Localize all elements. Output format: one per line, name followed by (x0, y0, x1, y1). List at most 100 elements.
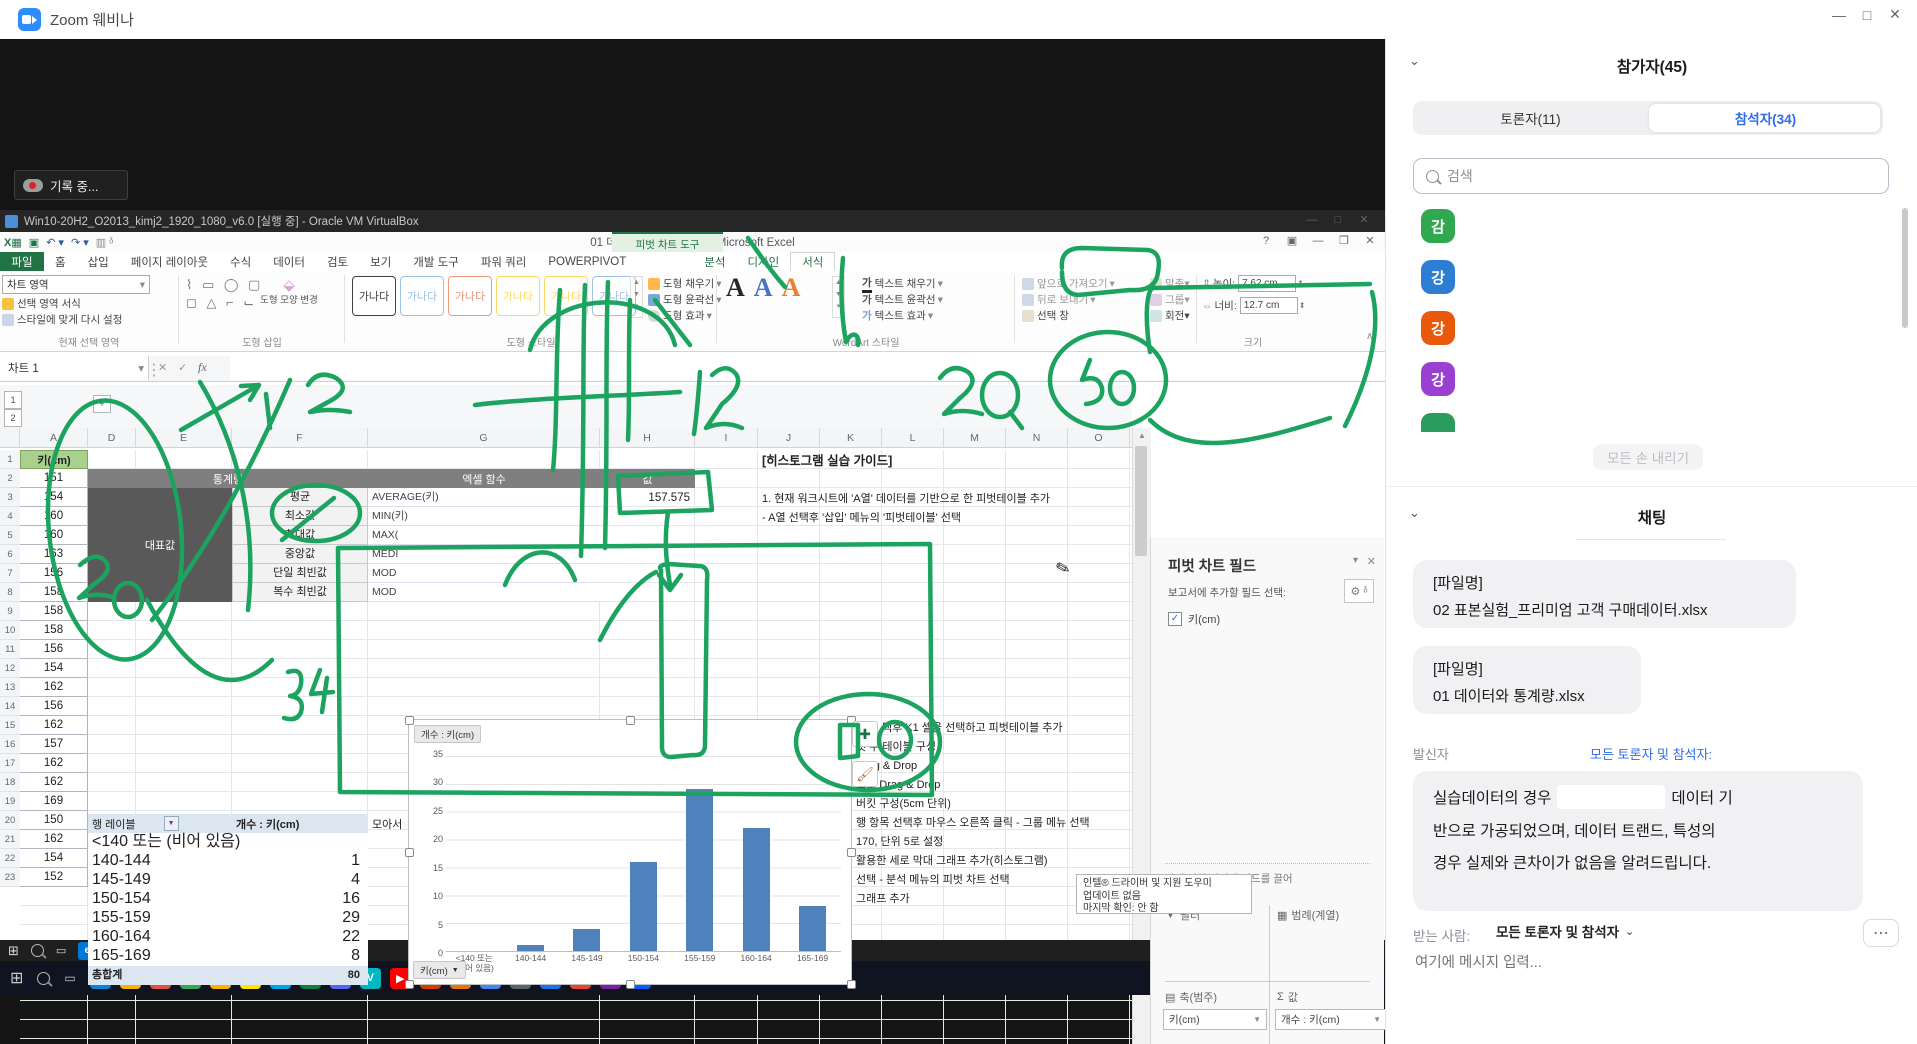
row-header[interactable]: 11 (0, 640, 20, 659)
pivot-filter-dropdown-icon[interactable]: ▼ (164, 816, 179, 831)
data-cell[interactable]: 152 (20, 868, 88, 887)
vm-taskview-icon[interactable]: ▭ (56, 944, 66, 957)
ribbon-tab[interactable]: 개발 도구 (402, 252, 470, 271)
change-shape-button[interactable]: ⬙ 도형 모양 변경 (258, 276, 320, 307)
stat-label-cell[interactable]: 평균 (232, 488, 368, 507)
participant-avatar[interactable]: 강 (1421, 362, 1455, 396)
histogram-bar[interactable] (799, 906, 826, 951)
column-header[interactable]: I (695, 428, 758, 447)
pivot-count-cell[interactable]: 29 (232, 909, 368, 928)
tab-format-active[interactable]: 서식 (790, 252, 835, 272)
data-cell[interactable]: 156 (20, 640, 88, 659)
stat-formula-cell[interactable]: MOD (368, 564, 600, 583)
excel-window-control[interactable]: ? (1253, 235, 1279, 247)
ribbon-tab[interactable]: 삽입 (77, 252, 120, 271)
histogram-bar[interactable] (573, 929, 600, 951)
group-button[interactable]: 그룹▾ (1150, 292, 1190, 307)
stat-label-cell[interactable]: 단일 최빈값 (232, 564, 368, 583)
data-cell[interactable]: 162 (20, 773, 88, 792)
row-header[interactable]: 22 (0, 849, 20, 868)
row-header[interactable]: 5 (0, 526, 20, 545)
pivot-bucket-cell[interactable]: 165-169 (88, 947, 232, 966)
excel-window-control[interactable]: ▣ (1279, 234, 1305, 247)
text-outline-button[interactable]: 가텍스트 윤곽선▾ (862, 292, 943, 307)
stat-label-cell[interactable]: 중앙값 (232, 545, 368, 564)
stat-label-cell[interactable]: 최소값 (232, 507, 368, 526)
pivot-value-header[interactable]: 개수 : 키(cm) (232, 814, 368, 833)
row-header[interactable]: 7 (0, 564, 20, 583)
scrollbar-thumb[interactable] (1135, 446, 1147, 556)
data-cell[interactable]: 157 (20, 735, 88, 754)
chart-axis-filter-button[interactable]: 키(cm)▼ (413, 961, 466, 979)
text-fill-button[interactable]: 가텍스트 채우기▾ (862, 276, 943, 291)
outline-level-2-button[interactable]: 2 (4, 409, 22, 427)
data-cell[interactable]: 162 (20, 754, 88, 773)
pivot-total-value[interactable]: 80 (232, 966, 368, 985)
data-cell[interactable]: 156 (20, 564, 88, 583)
text-effects-button[interactable]: 가텍스트 효과▾ (862, 308, 933, 323)
pivot-row-label-header[interactable]: 행 레이블 ▼ (88, 814, 232, 833)
column-header[interactable]: A (20, 428, 88, 447)
data-cell[interactable]: 160 (20, 507, 88, 526)
participant-avatar[interactable] (1421, 413, 1455, 432)
data-cell[interactable]: 151 (20, 469, 88, 488)
reset-style-button[interactable]: 스타일에 맞게 다시 설정 (2, 312, 122, 327)
column-header[interactable]: O (1068, 428, 1130, 447)
chat-more-button[interactable]: ⋯ (1863, 919, 1899, 947)
pivot-bucket-cell[interactable]: <140 또는 (비어 있음) (88, 833, 232, 852)
fx-icon[interactable]: fx (198, 360, 207, 375)
data-cell[interactable]: 163 (20, 545, 88, 564)
lower-all-hands-button[interactable]: 모든 손 내리기 (1593, 444, 1703, 470)
shape-style-swatch[interactable]: 가나다 (400, 276, 444, 316)
host-search-icon[interactable] (37, 972, 50, 985)
shape-style-swatch[interactable]: 가나다 (496, 276, 540, 316)
data-cell[interactable]: 154 (20, 488, 88, 507)
histogram-bar[interactable] (743, 828, 770, 951)
chat-message-input[interactable] (1413, 954, 1877, 972)
wordart-style-swatch[interactable]: A (726, 273, 745, 303)
chat-message-notice[interactable]: 실습데이터의 경우 데이터 기 반으로 가공되었으며, 데이터 트랜드, 특성의… (1413, 771, 1863, 911)
pane-close-icon[interactable]: ✕ (1367, 555, 1376, 568)
excel-window-control[interactable]: ✕ (1357, 234, 1383, 247)
pivot-chart[interactable]: 개수 : 키(cm) 35302520151050 <140 또는(비어 있음)… (408, 719, 852, 985)
average-value-cell[interactable]: 157.575 (600, 488, 690, 507)
ribbon-context-tab[interactable]: 분석 (693, 252, 736, 271)
chat-message-file-2[interactable]: [파일명] 01 데이터와 통계량.xlsx (1413, 646, 1641, 714)
column-header[interactable]: J (758, 428, 820, 447)
minimize-button[interactable]: — (1825, 7, 1853, 23)
format-selection-button[interactable]: 선택 영역 서식 (2, 296, 81, 311)
pivot-total-label[interactable]: 총합계 (88, 966, 232, 985)
height-input[interactable]: 7.62 cm (1238, 275, 1296, 292)
row-header[interactable]: 15 (0, 716, 20, 735)
shape-fill-button[interactable]: 도형 채우기▾ (648, 276, 722, 291)
stat-formula-cell[interactable]: AVERAGE(키) (368, 488, 600, 507)
participant-avatar[interactable]: 감 (1421, 209, 1455, 243)
shape-style-swatch[interactable]: 가나다 (544, 276, 588, 316)
row-header[interactable]: 8 (0, 583, 20, 602)
row-header[interactable]: 10 (0, 621, 20, 640)
stat-formula-cell[interactable]: MEDI (368, 545, 600, 564)
column-header[interactable]: M (944, 428, 1006, 447)
ribbon-collapse-icon[interactable]: ∧ (1366, 331, 1373, 342)
outline-expand-button[interactable]: + (93, 395, 111, 413)
data-cell[interactable]: 150 (20, 811, 88, 830)
column-header[interactable]: E (136, 428, 232, 447)
chart-style-brush-button[interactable]: 🖌 (852, 761, 878, 787)
tab-attendees[interactable]: 참석자(34) (1648, 101, 1883, 135)
shape-effects-button[interactable]: 도형 효과▾ (648, 308, 712, 323)
chart-element-selector[interactable]: 차트 영역▾ (2, 275, 150, 294)
pivot-bucket-cell[interactable]: 140-144 (88, 852, 232, 871)
pane-gear-button[interactable]: ⚙ ᵟ (1344, 579, 1374, 603)
tab-file[interactable]: 파일 (0, 252, 44, 271)
shape-style-swatch[interactable]: 가나다 (448, 276, 492, 316)
column-header[interactable]: G (368, 428, 600, 447)
column-header[interactable]: H (600, 428, 695, 447)
name-box[interactable]: 차트 1▾ (0, 356, 149, 380)
ribbon-tab[interactable]: POWERPIVOT (537, 252, 637, 271)
row-header[interactable]: 18 (0, 773, 20, 792)
bring-forward-button[interactable]: 앞으로 가져오기▾ (1022, 276, 1115, 291)
pivot-count-cell[interactable]: 8 (232, 947, 368, 966)
pivot-bucket-cell[interactable]: 155-159 (88, 909, 232, 928)
send-to-selector[interactable]: 모든 토론자 및 참석자 ⌄ (1496, 921, 1634, 941)
data-cell[interactable]: 158 (20, 583, 88, 602)
